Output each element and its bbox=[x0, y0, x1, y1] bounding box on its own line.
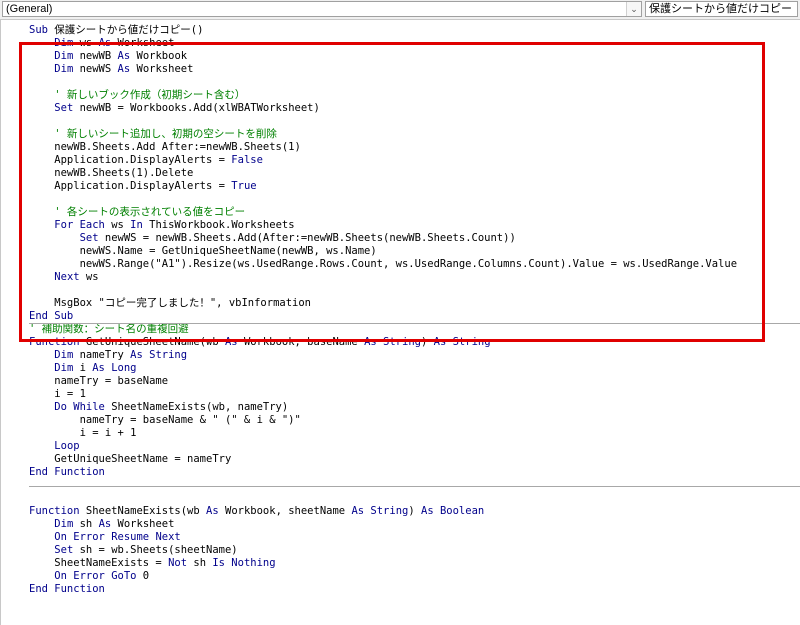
procedure-dropdown-value: 保護シートから値だけコピー bbox=[649, 3, 792, 15]
keyword-token: Do While bbox=[54, 401, 105, 413]
code-token: i = 1 bbox=[29, 388, 86, 400]
code-token: nameTry = baseName & " (" & i & ")" bbox=[29, 414, 301, 426]
code-line[interactable]: Loop bbox=[29, 440, 737, 453]
code-line[interactable]: GetUniqueSheetName = nameTry bbox=[29, 453, 737, 466]
code-token: SheetNameExists = bbox=[29, 557, 169, 569]
object-dropdown[interactable]: (General) ⌄ bbox=[2, 1, 642, 17]
keyword-token: On Error Resume Next bbox=[54, 531, 181, 543]
procedure-separator bbox=[29, 486, 800, 487]
code-line[interactable]: On Error GoTo 0 bbox=[29, 570, 737, 583]
code-line[interactable]: End Function bbox=[29, 583, 737, 596]
keyword-token: Dim bbox=[54, 518, 74, 530]
code-token: sh = wb.Sheets(sheetName) bbox=[73, 544, 238, 556]
keyword-token: Dim bbox=[54, 349, 74, 361]
object-dropdown-value: (General) bbox=[6, 3, 53, 15]
keyword-token: As String bbox=[351, 505, 409, 517]
code-token: 0 bbox=[136, 570, 150, 582]
code-token: i bbox=[73, 362, 93, 374]
keyword-token: As String bbox=[130, 349, 188, 361]
code-line[interactable]: Function SheetNameExists(wb As Workbook,… bbox=[29, 505, 737, 518]
highlight-box bbox=[19, 42, 765, 342]
keyword-token: As Boolean bbox=[421, 505, 485, 517]
keyword-token: Loop bbox=[54, 440, 80, 452]
code-token: nameTry bbox=[73, 349, 131, 361]
keyword-token: End Function bbox=[29, 583, 105, 595]
keyword-token: Set bbox=[54, 544, 74, 556]
keyword-token: Is Nothing bbox=[212, 557, 276, 569]
code-line[interactable]: On Error Resume Next bbox=[29, 531, 737, 544]
code-line[interactable]: SheetNameExists = Not sh Is Nothing bbox=[29, 557, 737, 570]
code-token: ) bbox=[408, 505, 421, 517]
code-window-toolbar: (General) ⌄ 保護シートから値だけコピー bbox=[0, 0, 800, 20]
code-line[interactable]: nameTry = baseName bbox=[29, 375, 737, 388]
keyword-token: As bbox=[98, 518, 112, 530]
code-token: Workbook, sheetName bbox=[218, 505, 352, 517]
chevron-down-icon[interactable]: ⌄ bbox=[626, 2, 641, 16]
code-line[interactable]: Dim sh As Worksheet bbox=[29, 518, 737, 531]
code-line[interactable]: Dim nameTry As String bbox=[29, 349, 737, 362]
keyword-token: As Long bbox=[92, 362, 137, 374]
code-token: nameTry = baseName bbox=[29, 375, 169, 387]
code-line[interactable]: Do While SheetNameExists(wb, nameTry) bbox=[29, 401, 737, 414]
keyword-token: Not bbox=[168, 557, 188, 569]
code-line[interactable]: i = 1 bbox=[29, 388, 737, 401]
keyword-token: On Error GoTo bbox=[54, 570, 137, 582]
keyword-token: As bbox=[206, 505, 219, 517]
code-token: SheetNameExists(wb, nameTry) bbox=[104, 401, 289, 413]
code-line[interactable]: Dim i As Long bbox=[29, 362, 737, 375]
keyword-token: Function bbox=[29, 505, 80, 517]
code-line[interactable]: Set sh = wb.Sheets(sheetName) bbox=[29, 544, 737, 557]
code-line[interactable]: nameTry = baseName & " (" & i & ")" bbox=[29, 414, 737, 427]
code-token: GetUniqueSheetName = nameTry bbox=[29, 453, 232, 465]
code-token: Worksheet bbox=[111, 518, 175, 530]
code-line[interactable]: i = i + 1 bbox=[29, 427, 737, 440]
code-token: i = i + 1 bbox=[29, 427, 137, 439]
procedure-dropdown[interactable]: 保護シートから値だけコピー bbox=[645, 1, 798, 17]
code-line[interactable]: End Function bbox=[29, 466, 737, 479]
code-line[interactable] bbox=[29, 492, 737, 505]
code-editor[interactable]: Sub 保護シートから値だけコピー() Dim ws As Worksheet … bbox=[0, 20, 800, 625]
keyword-token: Dim bbox=[54, 362, 74, 374]
code-token: sh bbox=[187, 557, 213, 569]
code-token: 保護シートから値だけコピー() bbox=[47, 24, 204, 36]
keyword-token: End Function bbox=[29, 466, 105, 478]
code-line[interactable]: Sub 保護シートから値だけコピー() bbox=[29, 24, 737, 37]
keyword-token: Sub bbox=[29, 24, 48, 36]
code-token: SheetNameExists(wb bbox=[79, 505, 207, 517]
code-token: sh bbox=[73, 518, 99, 530]
